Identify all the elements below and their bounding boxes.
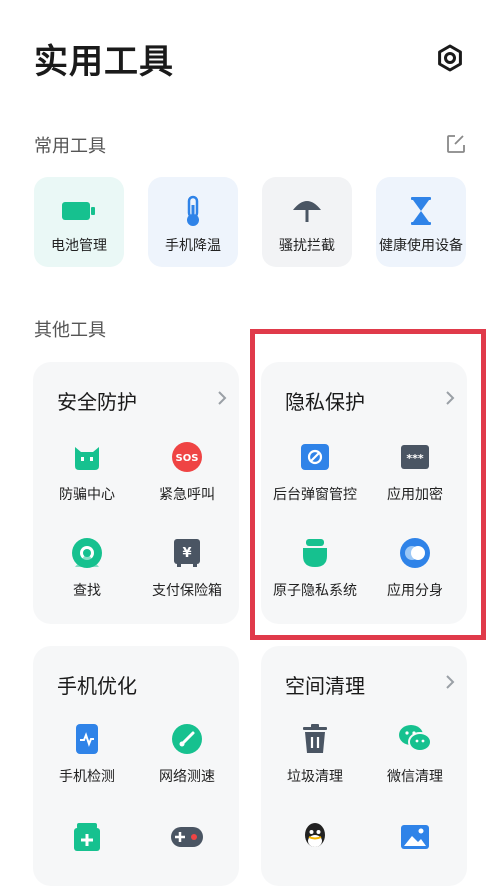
item-wechat-clean[interactable]: 微信清理 — [363, 722, 467, 806]
item-label: 查找 — [73, 583, 101, 599]
settings-button[interactable] — [432, 40, 468, 76]
tool-battery[interactable]: 电池管理 — [34, 177, 124, 267]
chevron-right-icon — [446, 391, 455, 405]
item-gallery-clean[interactable] — [363, 820, 467, 886]
chevron-right-icon — [446, 675, 455, 689]
item-speed-test[interactable]: 网络测速 — [135, 722, 239, 806]
tool-label: 手机降温 — [165, 238, 221, 254]
section-title-other: 其他工具 — [34, 320, 106, 341]
item-game-mode[interactable] — [135, 820, 239, 886]
tool-cooling[interactable]: 手机降温 — [148, 177, 238, 267]
item-label: 垃圾清理 — [287, 769, 343, 785]
item-sos[interactable]: SOS 紧急呼叫 — [135, 440, 239, 524]
tool-label: 骚扰拦截 — [279, 238, 335, 254]
item-label: 手机检测 — [59, 769, 115, 785]
card-security: 安全防护 防骗中心 SOS 紧急呼叫 查找 ¥ 支付保险箱 — [33, 362, 239, 624]
gallery-icon — [401, 825, 429, 849]
card-privacy-expand[interactable] — [438, 386, 462, 410]
battery-icon — [62, 202, 95, 220]
item-label: 防骗中心 — [59, 487, 115, 503]
card-privacy: 隐私保护 后台弹窗管控 *** 应用加密 原子隐私系统 应用分身 — [261, 362, 467, 624]
asterisk-glyph: *** — [406, 452, 424, 465]
tool-label: 健康使用设备 — [379, 238, 463, 254]
anti-fraud-icon — [75, 447, 99, 470]
tool-label: 电池管理 — [51, 238, 107, 254]
item-label: 支付保险箱 — [152, 583, 222, 599]
find-device-icon — [72, 538, 102, 568]
wechat-icon — [399, 725, 432, 752]
trash-icon — [303, 724, 327, 753]
card-title: 安全防护 — [57, 390, 137, 414]
chevron-right-icon — [218, 391, 227, 405]
gear-icon — [438, 44, 462, 72]
phone-check-icon — [76, 724, 98, 754]
thermometer-icon — [187, 195, 199, 226]
item-label: 网络测速 — [159, 769, 215, 785]
item-label: 原子隐私系统 — [273, 583, 357, 599]
gamepad-icon — [171, 827, 203, 847]
qq-icon — [305, 823, 325, 847]
item-payment-safe[interactable]: ¥ 支付保险箱 — [135, 536, 239, 620]
umbrella-icon — [293, 201, 321, 222]
item-qq-clean[interactable] — [263, 820, 367, 886]
item-app-clone[interactable]: 应用分身 — [363, 536, 467, 620]
item-anti-fraud[interactable]: 防骗中心 — [35, 440, 139, 524]
item-label: 应用加密 — [387, 487, 443, 503]
item-plus-box[interactable] — [35, 820, 139, 886]
privacy-system-icon — [303, 539, 327, 567]
item-label: 紧急呼叫 — [159, 487, 215, 503]
item-find[interactable]: 查找 — [35, 536, 139, 620]
item-popup-control[interactable]: 后台弹窗管控 — [263, 440, 367, 524]
item-privacy-system[interactable]: 原子隐私系统 — [263, 536, 367, 620]
card-storage-expand[interactable] — [438, 670, 462, 694]
edit-icon — [447, 135, 465, 153]
card-security-expand[interactable] — [210, 386, 234, 410]
card-title: 手机优化 — [57, 674, 137, 698]
card-phone-optimize: 手机优化 手机检测 网络测速 — [33, 646, 239, 886]
tool-health-usage[interactable]: 健康使用设备 — [376, 177, 466, 267]
page-title: 实用工具 — [34, 42, 174, 82]
section-title-common: 常用工具 — [34, 136, 106, 157]
tool-harass-block[interactable]: 骚扰拦截 — [262, 177, 352, 267]
item-label: 后台弹窗管控 — [273, 487, 357, 503]
item-phone-check[interactable]: 手机检测 — [35, 722, 139, 806]
card-title: 隐私保护 — [285, 390, 365, 414]
edit-button[interactable] — [444, 132, 468, 156]
item-junk-clean[interactable]: 垃圾清理 — [263, 722, 367, 806]
yen-glyph: ¥ — [182, 546, 191, 561]
app-clone-icon — [400, 538, 430, 568]
speed-test-icon — [172, 724, 202, 754]
card-storage-clean: 空间清理 垃圾清理 微信清理 — [261, 646, 467, 886]
hourglass-icon — [411, 197, 431, 225]
item-label: 应用分身 — [387, 583, 443, 599]
item-app-lock[interactable]: *** 应用加密 — [363, 440, 467, 524]
popup-block-icon — [301, 444, 329, 470]
payment-safe-icon: ¥ — [174, 539, 200, 567]
item-label: 微信清理 — [387, 769, 443, 785]
sos-glyph: SOS — [176, 453, 199, 464]
sos-icon: SOS — [172, 442, 202, 472]
app-lock-icon: *** — [401, 445, 429, 469]
card-title: 空间清理 — [285, 674, 365, 698]
